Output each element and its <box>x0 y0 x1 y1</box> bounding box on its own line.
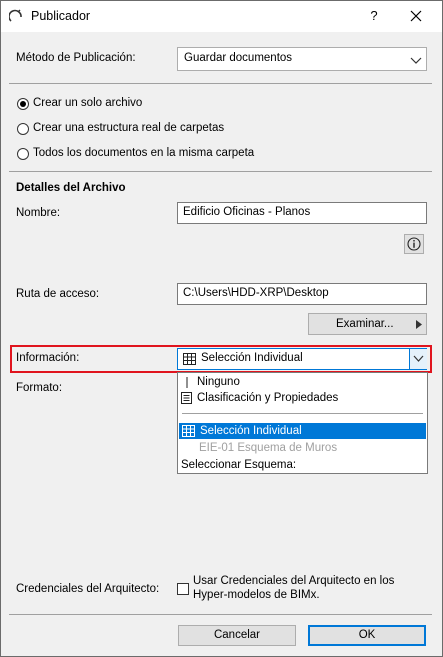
browse-label: Examinar... <box>336 318 394 330</box>
option-label: Selección Individual <box>200 425 302 437</box>
path-label: Ruta de acceso: <box>16 288 100 300</box>
window-title: Publicador <box>31 9 91 23</box>
path-field[interactable]: C:\Users\HDD-XRP\Desktop <box>177 283 427 305</box>
file-details-heading: Detalles del Archivo <box>16 182 126 194</box>
name-label: Nombre: <box>16 207 61 219</box>
option-label: Seleccionar Esquema: <box>181 459 297 471</box>
dropdown-option-schema-walls: EIE-01 Esquema de Muros <box>199 440 337 456</box>
divider <box>9 614 432 615</box>
publish-method-value: Guardar documentos <box>184 52 293 64</box>
option-label: Ninguno <box>197 376 240 388</box>
radio-label: Crear un solo archivo <box>33 97 143 109</box>
radio-button[interactable] <box>17 148 29 160</box>
play-right-icon <box>416 320 422 329</box>
credentials-checkbox-label-line2: Hyper-modelos de BIMx. <box>193 589 320 601</box>
credentials-label: Credenciales del Arquitecto: <box>16 583 160 595</box>
publish-method-label: Método de Publicación: <box>16 52 136 64</box>
format-label: Formato: <box>16 382 63 394</box>
publisher-dialog: Publicador ? Método de Publicación: Guar… <box>0 0 443 657</box>
radio-label: Todos los documentos en la misma carpeta <box>33 147 255 159</box>
info-button[interactable] <box>404 234 424 254</box>
credentials-checkbox[interactable] <box>177 583 189 595</box>
option-label: Clasificación y Propiedades <box>197 392 339 404</box>
dropdown-divider <box>182 413 423 414</box>
dropdown-option-individual-selection[interactable]: Selección Individual <box>179 423 426 439</box>
divider <box>9 171 432 172</box>
ok-button[interactable]: OK <box>308 625 426 646</box>
name-field[interactable]: Edificio Oficinas - Planos <box>177 202 427 224</box>
close-icon[interactable] <box>403 5 429 27</box>
archicad-logo-icon <box>9 9 22 22</box>
help-button[interactable]: ? <box>363 5 385 27</box>
information-dropdown-list: Ninguno Clasificación y Propiedades Sele… <box>177 372 428 474</box>
table-icon <box>182 425 195 437</box>
document-icon <box>181 392 192 404</box>
radio-button[interactable] <box>17 123 29 135</box>
cancel-button[interactable]: Cancelar <box>178 625 296 646</box>
option-label: EIE-01 Esquema de Muros <box>199 442 338 454</box>
credentials-checkbox-label-line1: Usar Credenciales del Arquitecto en los <box>193 575 395 587</box>
chevron-down-icon <box>410 57 422 64</box>
dropdown-option-select-schema[interactable]: Seleccionar Esquema: <box>181 457 296 473</box>
publish-method-select[interactable]: Guardar documentos <box>177 47 427 71</box>
title-bar: Publicador ? <box>1 1 442 32</box>
radio-button[interactable] <box>17 98 29 110</box>
browse-button[interactable]: Examinar... <box>308 313 427 335</box>
text-cursor-icon <box>186 377 188 388</box>
divider <box>9 83 432 84</box>
highlight-box <box>10 345 432 373</box>
info-icon <box>407 237 421 251</box>
radio-label: Crear una estructura real de carpetas <box>33 122 225 134</box>
